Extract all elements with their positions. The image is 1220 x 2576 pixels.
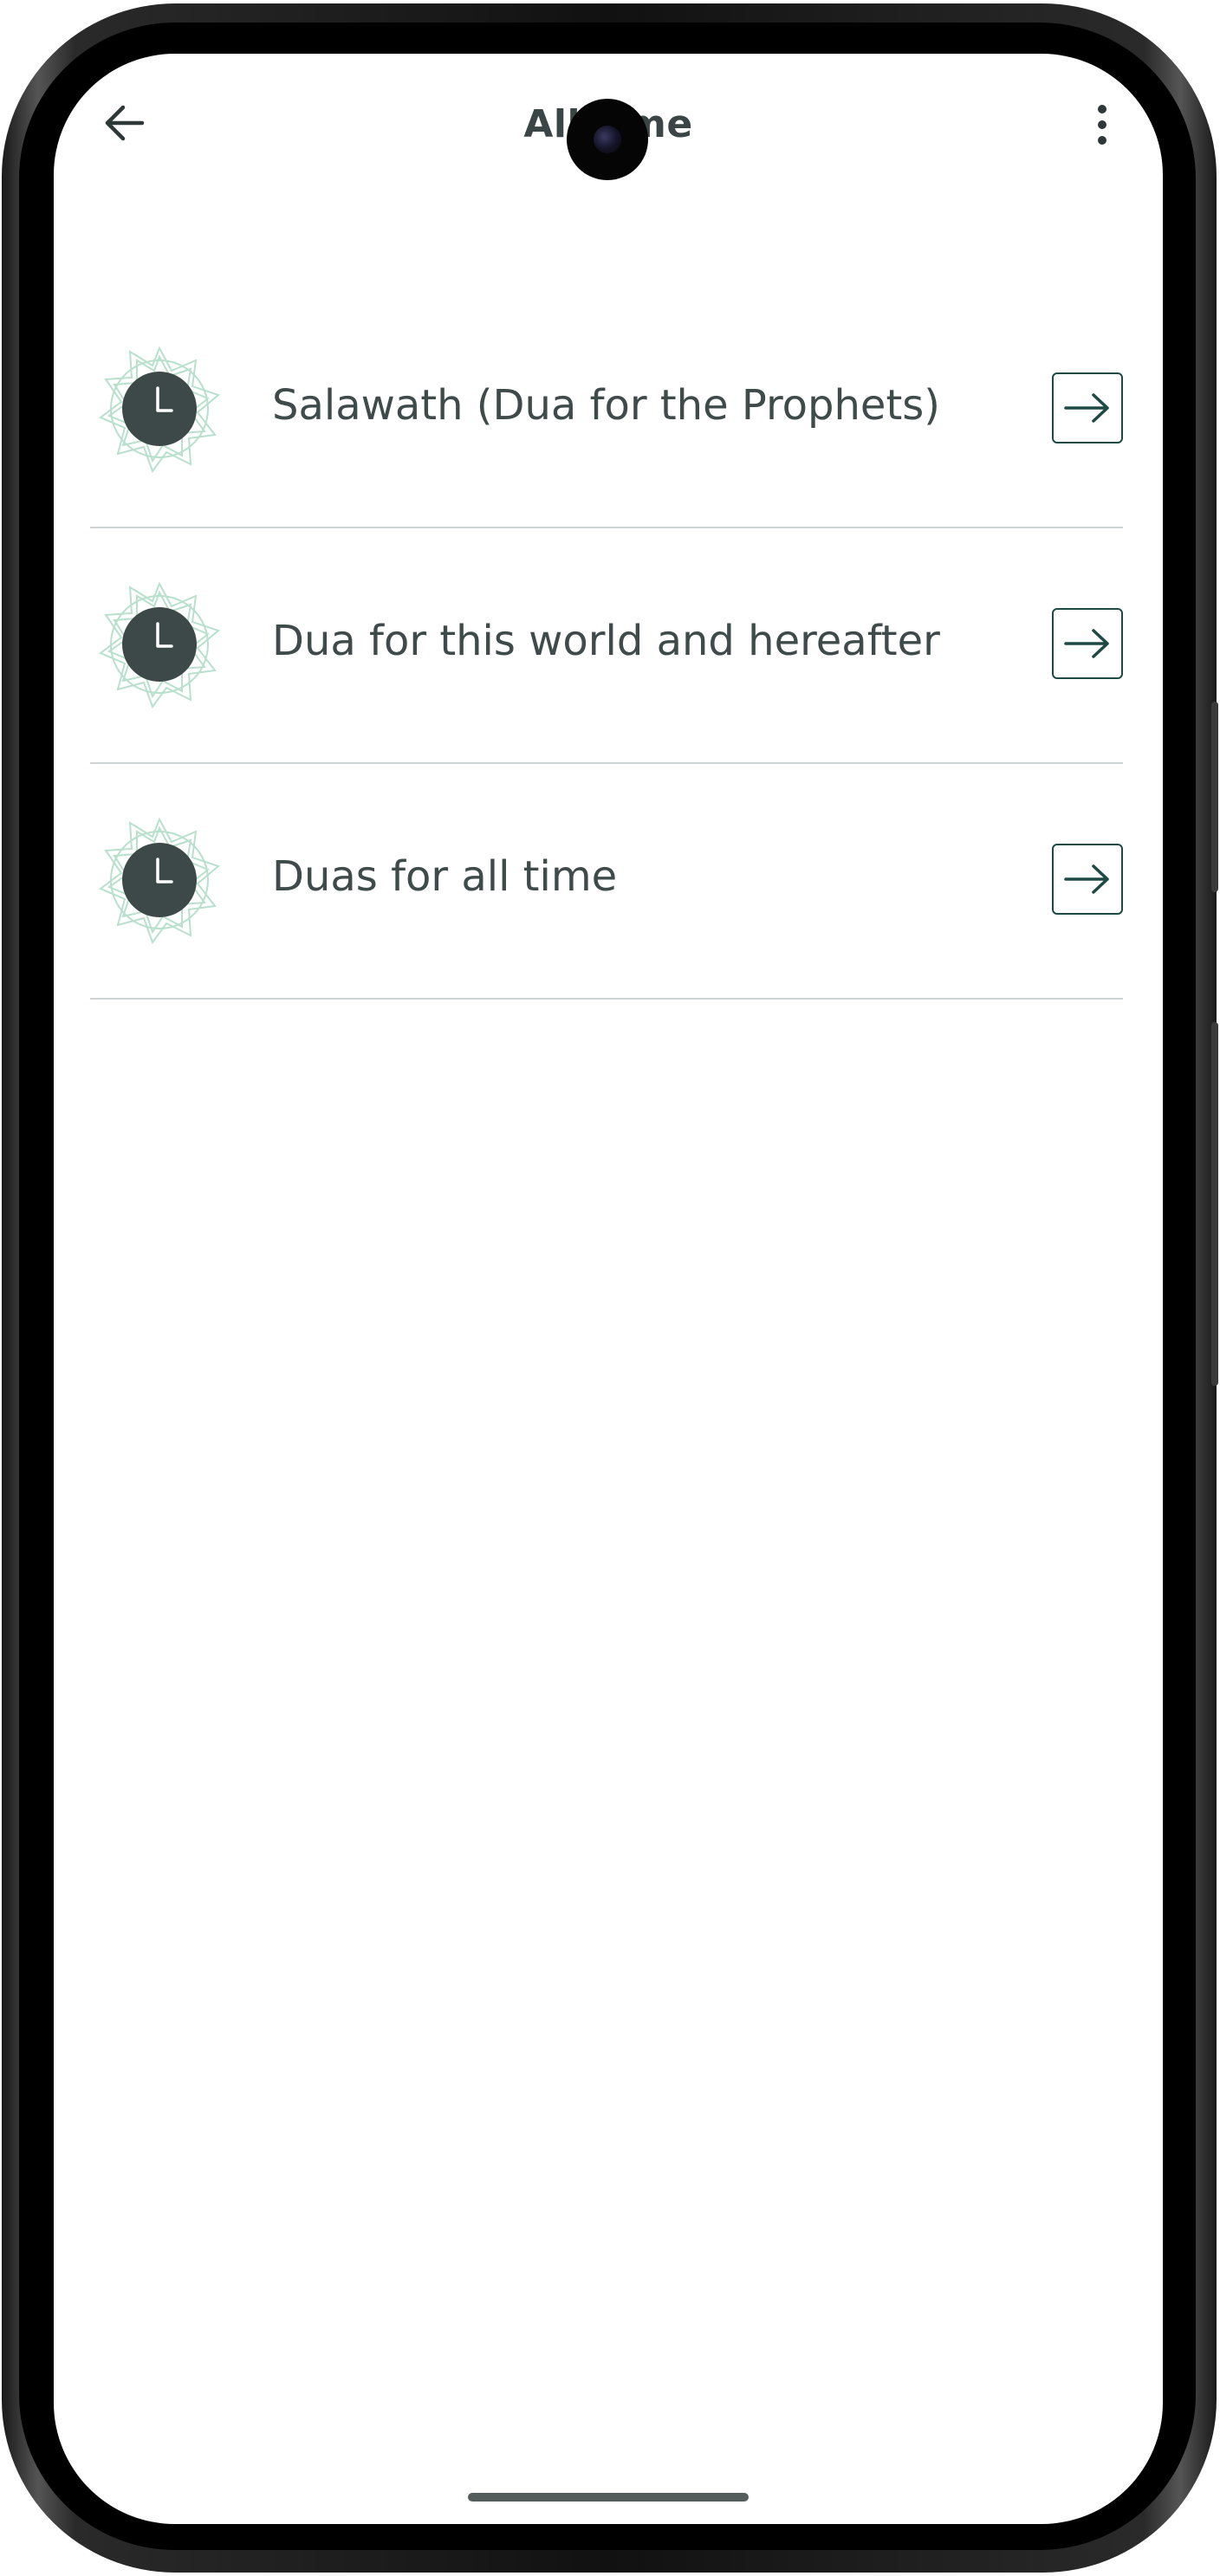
front-camera <box>567 99 648 180</box>
clock-icon <box>99 817 221 944</box>
more-vertical-icon-dot <box>1098 120 1106 129</box>
app-screen: All time Sala <box>54 54 1163 2524</box>
open-item-button[interactable] <box>1052 844 1123 915</box>
list-item[interactable]: Salawath (Dua for the Prophets) <box>90 293 1123 528</box>
list-item-label: Dua for this world and hereafter <box>272 617 940 665</box>
arrow-right-icon <box>1064 393 1109 423</box>
arrow-right-icon <box>1064 864 1109 894</box>
dua-category-list: Salawath (Dua for the Prophets) Dua for … <box>90 293 1123 1000</box>
list-item-label: Salawath (Dua for the Prophets) <box>272 381 940 430</box>
clock-icon <box>99 346 221 473</box>
more-options-button[interactable] <box>1076 97 1128 152</box>
list-item[interactable]: Duas for all time <box>90 764 1123 1000</box>
open-item-button[interactable] <box>1052 608 1123 679</box>
list-item-label: Duas for all time <box>272 852 618 901</box>
phone-device: All time Sala <box>0 0 1220 2576</box>
list-item[interactable]: Dua for this world and hereafter <box>90 528 1123 764</box>
volume-button <box>1211 1022 1218 1386</box>
clock-icon <box>99 581 221 709</box>
more-vertical-icon-dot <box>1098 136 1106 145</box>
camera-lens <box>594 126 621 153</box>
arrow-right-icon <box>1064 629 1109 658</box>
more-vertical-icon-dot <box>1098 105 1106 113</box>
power-button <box>1211 702 1218 892</box>
open-item-button[interactable] <box>1052 372 1123 443</box>
home-indicator[interactable] <box>468 2493 749 2502</box>
